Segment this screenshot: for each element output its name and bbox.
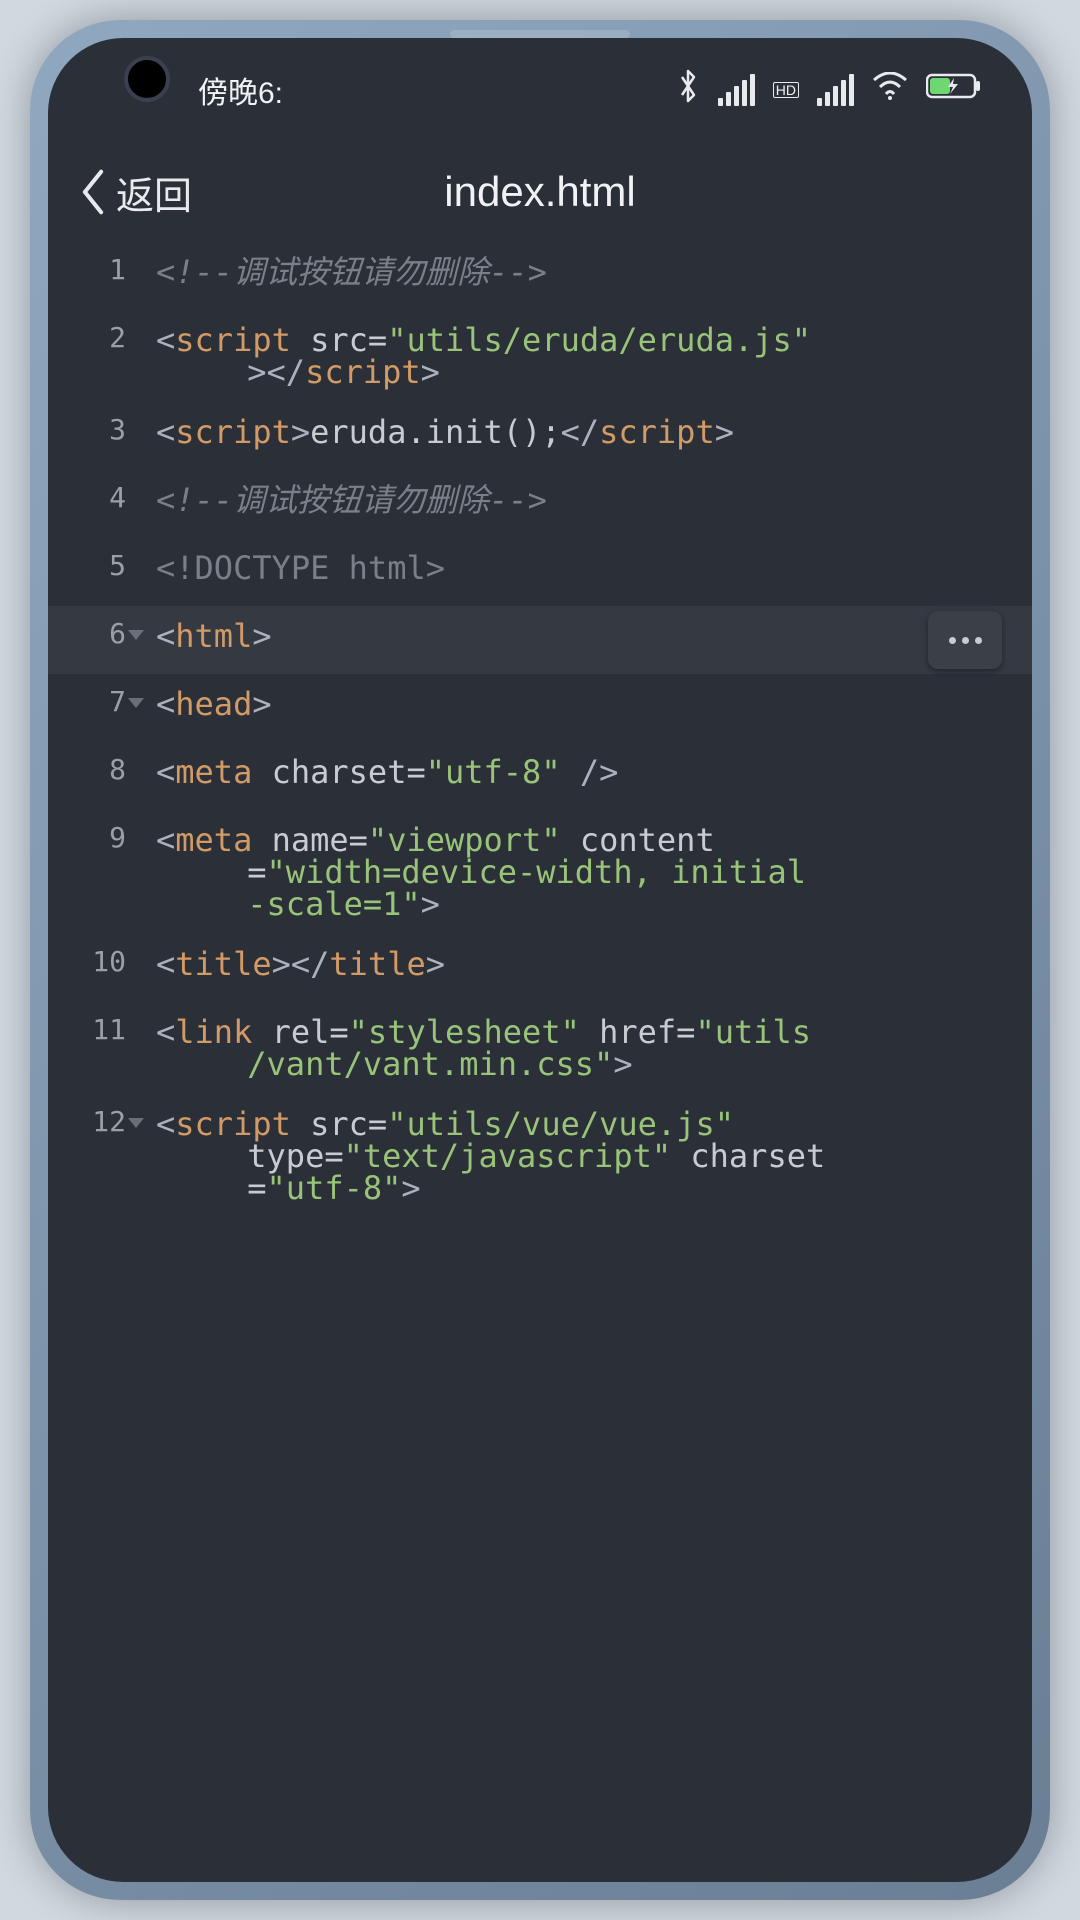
fold-arrow-icon[interactable]: [128, 698, 144, 708]
back-label: 返回: [116, 165, 192, 220]
hd-badge: HD: [773, 82, 799, 98]
code-line-9[interactable]: 9<meta name="viewport" content ="width=d…: [48, 810, 1032, 934]
cellular-signal-2-icon: [817, 74, 854, 106]
navigation-bar: 返回 index.html: [48, 142, 1032, 242]
code-content[interactable]: <script src="utils/vue/vue.js" type="tex…: [144, 1094, 1032, 1218]
line-number: 1: [48, 242, 144, 284]
line-number: 10: [48, 934, 144, 976]
line-number: 9: [48, 810, 144, 852]
battery-charging-icon: [926, 72, 982, 108]
status-bar: 傍晚6: HD: [48, 38, 1032, 142]
code-content[interactable]: <!DOCTYPE html>: [144, 538, 1032, 598]
code-line-1[interactable]: 1<!--调试按钮请勿删除-->: [48, 242, 1032, 310]
line-number: 6: [48, 606, 144, 648]
file-title: index.html: [444, 168, 635, 216]
code-content[interactable]: <script src="utils/eruda/eruda.js" ></sc…: [144, 310, 1032, 402]
more-button[interactable]: [928, 611, 1002, 669]
phone-device-frame: 傍晚6: HD: [30, 20, 1050, 1900]
line-number: 2: [48, 310, 144, 352]
code-editor[interactable]: 1<!--调试按钮请勿删除-->2<script src="utils/erud…: [48, 242, 1032, 1218]
code-line-3[interactable]: 3<script>eruda.init();</script>: [48, 402, 1032, 470]
fold-arrow-icon[interactable]: [128, 1118, 144, 1128]
code-line-7[interactable]: 7<head>: [48, 674, 1032, 742]
status-time: 傍晚6:: [198, 68, 283, 112]
back-button[interactable]: 返回: [78, 165, 192, 220]
line-number: 12: [48, 1094, 144, 1136]
code-content[interactable]: <title></title>: [144, 934, 1032, 994]
code-content[interactable]: <meta name="viewport" content ="width=de…: [144, 810, 1032, 934]
line-number: 4: [48, 470, 144, 512]
code-content[interactable]: <head>: [144, 674, 1032, 734]
code-content[interactable]: <html>: [144, 606, 1032, 666]
line-number: 8: [48, 742, 144, 784]
fold-arrow-icon[interactable]: [128, 630, 144, 640]
cellular-signal-icon: [718, 74, 755, 106]
line-number: 11: [48, 1002, 144, 1044]
wifi-icon: [872, 72, 908, 108]
screen: 傍晚6: HD: [48, 38, 1032, 1882]
code-line-11[interactable]: 11<link rel="stylesheet" href="utils /va…: [48, 1002, 1032, 1094]
code-line-8[interactable]: 8<meta charset="utf-8" />: [48, 742, 1032, 810]
code-line-2[interactable]: 2<script src="utils/eruda/eruda.js" ></s…: [48, 310, 1032, 402]
code-content[interactable]: <link rel="stylesheet" href="utils /vant…: [144, 1002, 1032, 1094]
code-content[interactable]: <!--调试按钮请勿删除-->: [144, 470, 1032, 530]
code-line-10[interactable]: 10<title></title>: [48, 934, 1032, 1002]
line-number: 3: [48, 402, 144, 444]
line-number: 7: [48, 674, 144, 716]
code-line-5[interactable]: 5<!DOCTYPE html>: [48, 538, 1032, 606]
code-content[interactable]: <!--调试按钮请勿删除-->: [144, 242, 1032, 302]
code-line-6[interactable]: 6<html>: [48, 606, 1032, 674]
code-line-4[interactable]: 4<!--调试按钮请勿删除-->: [48, 470, 1032, 538]
code-content[interactable]: <script>eruda.init();</script>: [144, 402, 1032, 462]
chevron-left-icon: [78, 169, 108, 215]
line-number: 5: [48, 538, 144, 580]
code-content[interactable]: <meta charset="utf-8" />: [144, 742, 1032, 802]
camera-hole: [124, 56, 170, 102]
bluetooth-icon: [676, 69, 700, 111]
code-line-12[interactable]: 12<script src="utils/vue/vue.js" type="t…: [48, 1094, 1032, 1218]
